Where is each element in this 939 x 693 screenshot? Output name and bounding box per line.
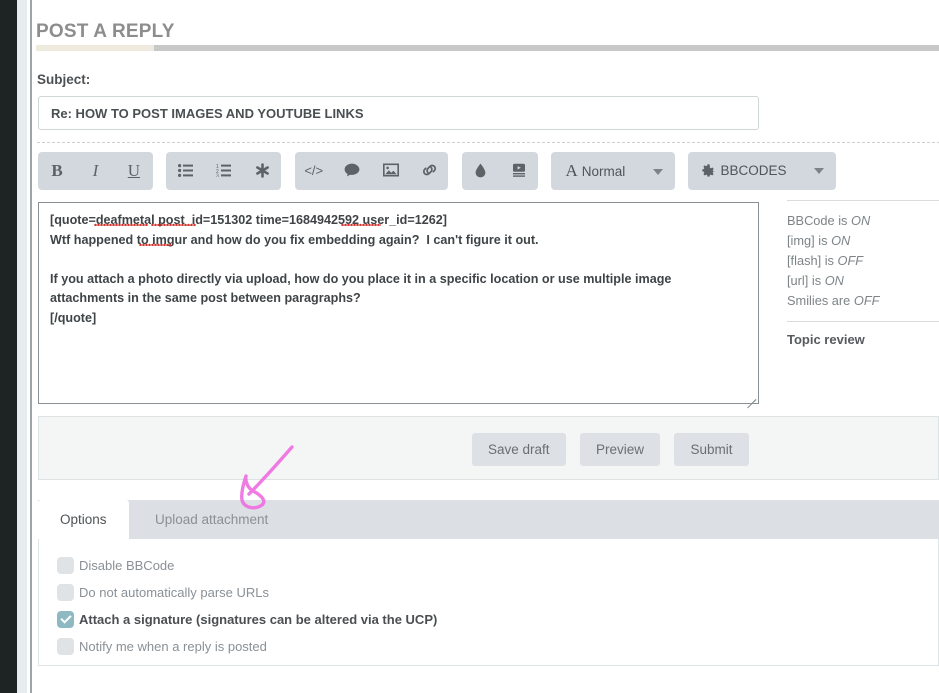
info-prefix: Smilies are: [787, 293, 854, 308]
info-state: OFF: [854, 293, 880, 308]
toolbar-group-lists: 1 2 3: [166, 152, 281, 190]
subject-separator: [37, 142, 939, 143]
underline-button[interactable]: U: [117, 152, 151, 190]
bbcodes-label: BBCODES: [720, 163, 786, 178]
option-notify-reply[interactable]: Notify me when a reply is posted: [39, 634, 938, 659]
color-drop-icon[interactable]: [464, 152, 498, 190]
spellcheck-squiggle: [341, 222, 381, 226]
topic-review-link[interactable]: Topic review: [787, 332, 939, 347]
info-prefix: [flash] is: [787, 253, 838, 268]
info-line-bbcode: BBCode is ON: [787, 211, 939, 231]
action-button-row: Save draft Preview Submit: [472, 433, 759, 466]
submit-panel: Save draft Preview Submit: [38, 416, 939, 480]
page-content: POST A REPLY Subject: B I U: [32, 0, 939, 693]
editor-toolbar: B I U 1: [38, 152, 845, 190]
preview-button[interactable]: Preview: [580, 433, 660, 466]
info-state: ON: [825, 273, 844, 288]
bbcode-status-panel: BBCode is ON [img] is ON [flash] is OFF …: [787, 200, 939, 347]
svg-text:3: 3: [216, 173, 219, 177]
info-prefix: [img] is: [787, 233, 831, 248]
page-gutter: [17, 0, 27, 693]
toolbar-group-insert: </>: [295, 152, 448, 190]
font-size-icon: A: [565, 161, 577, 180]
bold-button[interactable]: B: [40, 152, 74, 190]
gear-icon: [702, 164, 715, 177]
option-attach-signature[interactable]: Attach a signature (signatures can be al…: [39, 607, 938, 632]
font-size-dropdown[interactable]: A Normal: [553, 152, 673, 190]
checkbox-disable-bbcode[interactable]: [57, 557, 74, 574]
list-ordered-icon[interactable]: 1 2 3: [207, 152, 241, 190]
title-underline: [36, 45, 939, 51]
toolbar-group-media: [462, 152, 538, 190]
post-reply-screen: POST A REPLY Subject: B I U: [0, 0, 939, 693]
spellcheck-squiggle: [94, 222, 148, 226]
option-disable-bbcode[interactable]: Disable BBCode: [39, 553, 938, 578]
list-item-asterisk-icon[interactable]: [245, 152, 279, 190]
info-state: ON: [831, 233, 850, 248]
info-state: OFF: [838, 253, 864, 268]
option-label: Disable BBCode: [79, 558, 174, 573]
info-prefix: [url] is: [787, 273, 825, 288]
option-label: Attach a signature (signatures can be al…: [79, 612, 437, 627]
youtube-icon[interactable]: [502, 152, 536, 190]
chevron-down-icon-bbcodes: [814, 168, 824, 174]
checkbox-no-parse-urls[interactable]: [57, 584, 74, 601]
spellcheck-squiggle: [139, 242, 171, 246]
info-line-flash: [flash] is OFF: [787, 251, 939, 271]
toolbar-group-font-size: A Normal: [551, 152, 675, 190]
info-prefix: BBCode is: [787, 213, 851, 228]
info-line-url: [url] is ON: [787, 271, 939, 291]
message-textarea[interactable]: [quote=deafmetal post_id=151302 time=168…: [38, 202, 759, 404]
bbcodes-dropdown[interactable]: BBCODES: [690, 152, 834, 190]
checkbox-attach-signature[interactable]: [57, 611, 74, 628]
left-dark-rail: [0, 0, 17, 693]
tab-options[interactable]: Options: [38, 500, 129, 539]
subject-label: Subject:: [37, 72, 90, 87]
save-draft-button[interactable]: Save draft: [472, 433, 566, 466]
option-label: Notify me when a reply is posted: [79, 639, 267, 654]
tab-upload-attachment[interactable]: Upload attachment: [133, 500, 290, 539]
image-icon[interactable]: [374, 152, 408, 190]
subject-input[interactable]: [38, 96, 759, 130]
spellcheck-squiggle: [151, 222, 196, 226]
italic-button[interactable]: I: [78, 152, 112, 190]
checkbox-notify-reply[interactable]: [57, 638, 74, 655]
toolbar-group-bbcodes: BBCODES: [688, 152, 836, 190]
link-icon[interactable]: [412, 152, 446, 190]
option-no-parse-urls[interactable]: Do not automatically parse URLs: [39, 580, 938, 605]
info-line-smilies: Smilies are OFF: [787, 291, 939, 311]
list-unordered-icon[interactable]: [168, 152, 202, 190]
panel-tabbar: Options Upload attachment: [38, 500, 939, 539]
info-state: ON: [851, 213, 870, 228]
title-underline-accent: [36, 45, 154, 51]
info-divider-bottom: [787, 321, 939, 322]
quote-icon[interactable]: [335, 152, 369, 190]
options-panel: Disable BBCode Do not automatically pars…: [38, 539, 939, 666]
page-title: POST A REPLY: [36, 21, 175, 43]
font-size-label: Normal: [582, 164, 626, 179]
info-line-img: [img] is ON: [787, 231, 939, 251]
chevron-down-icon: [653, 169, 663, 175]
toolbar-group-text-style: B I U: [38, 152, 153, 190]
info-divider-top: [787, 200, 939, 201]
submit-button[interactable]: Submit: [674, 433, 748, 466]
code-icon[interactable]: </>: [297, 152, 331, 190]
option-label: Do not automatically parse URLs: [79, 585, 269, 600]
